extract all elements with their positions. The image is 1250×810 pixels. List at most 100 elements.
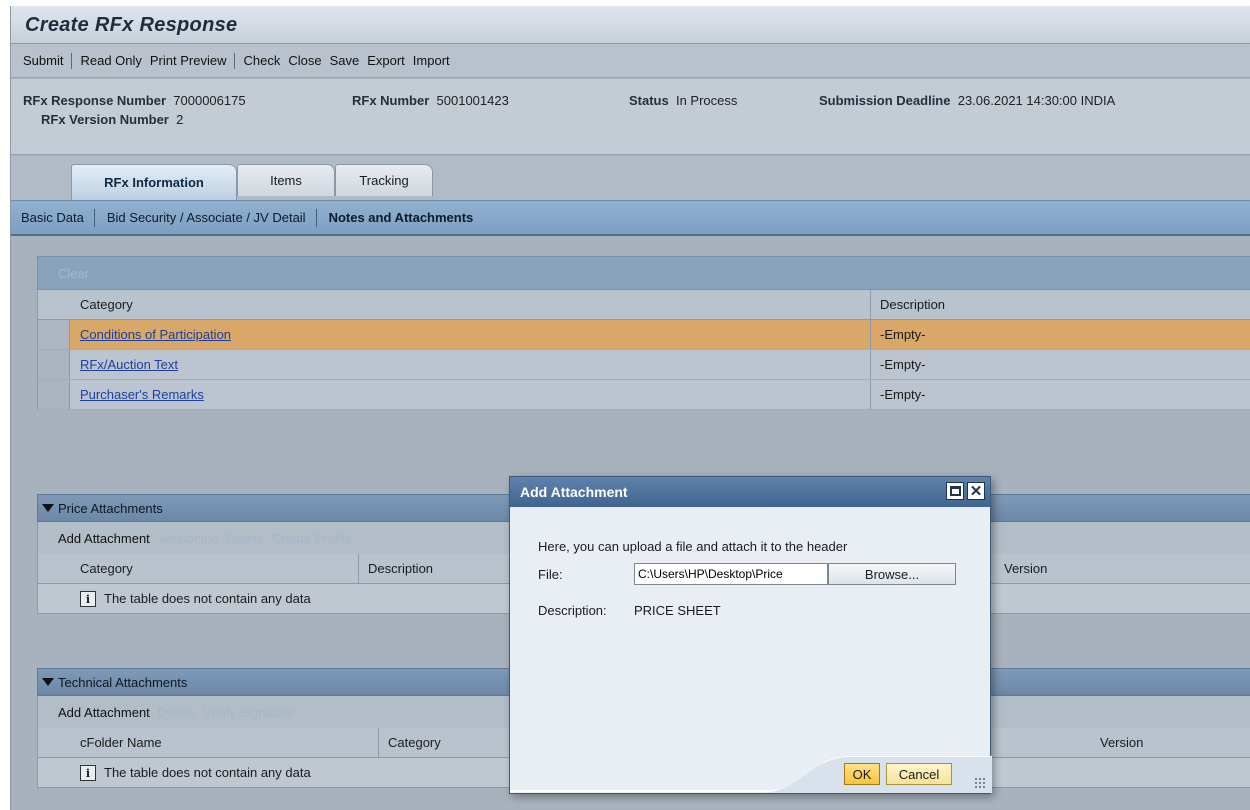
deadline-label: Submission Deadline [819, 93, 951, 108]
toolbar-separator [71, 52, 73, 69]
column-header-category: Category [80, 561, 133, 576]
header-info: RFx Response Number 7000006175 RFx Numbe… [11, 79, 1250, 155]
column-divider [870, 320, 871, 349]
column-header-cfolder-name: cFolder Name [80, 735, 162, 750]
empty-table-message: The table does not contain any data [104, 591, 311, 606]
save-button[interactable]: Save [330, 53, 360, 68]
resize-grip-icon[interactable] [974, 777, 986, 789]
technical-attachments-title: Technical Attachments [58, 674, 188, 690]
version-value: 2 [176, 112, 184, 127]
collapse-triangle-icon[interactable] [42, 504, 54, 512]
close-button[interactable]: Close [288, 53, 321, 68]
toolbar: Submit Read Only Print Preview Check Clo… [11, 44, 1250, 78]
column-header-version: Version [1100, 735, 1144, 750]
collapse-triangle-icon[interactable] [42, 678, 54, 686]
column-header-version: Version [1004, 561, 1048, 576]
column-header-category: Category [80, 297, 133, 312]
row-selector[interactable] [38, 380, 70, 409]
dialog-message: Here, you can upload a file and attach i… [538, 539, 848, 554]
notes-table-header: Category Description [37, 290, 1250, 320]
close-icon: ✕ [969, 482, 983, 500]
tab-tracking[interactable]: Tracking [335, 164, 433, 196]
maximize-icon [949, 486, 961, 496]
description-label: Description: [538, 603, 607, 618]
verify-signature-button[interactable]: Verify Signature [203, 705, 295, 720]
response-number-value: 7000006175 [173, 93, 246, 108]
submit-button[interactable]: Submit [23, 53, 63, 68]
dialog-footer: OK Cancel [510, 751, 992, 793]
version-field: RFx Version Number 2 [41, 112, 183, 127]
rfx-number-label: RFx Number [352, 93, 430, 108]
browse-button[interactable]: Browse... [828, 563, 956, 585]
read-only-button[interactable]: Read Only [80, 53, 141, 68]
add-attachment-button[interactable]: Add Attachment [58, 531, 150, 546]
note-description: -Empty- [880, 387, 926, 402]
subnav-notes-attachments[interactable]: Notes and Attachments [317, 210, 484, 225]
note-description: -Empty- [880, 357, 926, 372]
print-preview-button[interactable]: Print Preview [150, 53, 227, 68]
ok-button[interactable]: OK [844, 763, 880, 785]
delete-button[interactable]: Delete [158, 705, 196, 720]
rfx-number-field: RFx Number 5001001423 [352, 93, 509, 108]
row-selector[interactable] [38, 320, 70, 349]
subnav-basic-data[interactable]: Basic Data [15, 210, 94, 225]
status-value: In Process [675, 93, 738, 108]
page-title: Create RFx Response [25, 14, 238, 36]
note-category-link[interactable]: RFx/Auction Text [80, 357, 178, 372]
column-divider [870, 380, 871, 409]
column-header-category: Category [388, 735, 441, 750]
response-number-label: RFx Response Number [23, 93, 167, 108]
info-icon: i [80, 591, 96, 607]
column-header-description: Description [368, 561, 434, 576]
column-header-description: Description [880, 297, 946, 312]
info-icon: i [80, 765, 96, 781]
subnav-bid-security[interactable]: Bid Security / Associate / JV Detail [95, 210, 316, 225]
column-divider [358, 554, 359, 583]
description-value: PRICE SHEET [634, 603, 721, 618]
column-divider [870, 350, 871, 379]
tab-items[interactable]: Items [237, 164, 335, 196]
dialog-title: Add Attachment [520, 484, 628, 500]
price-attachments-title: Price Attachments [58, 500, 163, 516]
version-label: RFx Version Number [41, 112, 169, 127]
table-row[interactable]: Conditions of Participation -Empty- [37, 320, 1250, 350]
status-field: Status In Process [629, 93, 737, 108]
toolbar-separator [234, 52, 236, 69]
clear-button[interactable]: Clear [58, 266, 89, 281]
delete-button[interactable]: Delete [227, 531, 265, 546]
file-label: File: [538, 567, 563, 582]
response-number-field: RFx Response Number 7000006175 [23, 93, 246, 108]
import-button[interactable]: Import [413, 53, 450, 68]
sub-navigation: Basic Data Bid Security / Associate / JV… [11, 200, 1250, 236]
row-selector[interactable] [38, 350, 70, 379]
close-dialog-button[interactable]: ✕ [967, 482, 985, 500]
notes-toolbar: Clear [37, 256, 1250, 290]
check-button[interactable]: Check [243, 53, 280, 68]
note-category-link[interactable]: Conditions of Participation [80, 327, 231, 342]
file-path-input[interactable] [634, 563, 828, 585]
title-bar: Create RFx Response [11, 6, 1250, 44]
export-button[interactable]: Export [367, 53, 405, 68]
deadline-field: Submission Deadline 23.06.2021 14:30:00 … [819, 93, 1115, 108]
dialog-title-bar[interactable]: Add Attachment ✕ [510, 477, 990, 507]
note-category-link[interactable]: Purchaser's Remarks [80, 387, 204, 402]
tab-rfx-information[interactable]: RFx Information [71, 164, 237, 200]
maximize-button[interactable] [946, 482, 964, 500]
versioning-button[interactable]: Versioning [158, 531, 219, 546]
empty-table-message: The table does not contain any data [104, 765, 311, 780]
column-divider [870, 290, 871, 319]
tab-strip: RFx Information Items Tracking [11, 156, 1250, 200]
note-description: -Empty- [880, 327, 926, 342]
add-attachment-button[interactable]: Add Attachment [58, 705, 150, 720]
cancel-button[interactable]: Cancel [886, 763, 952, 785]
rfx-response-page: Create RFx Response Submit Read Only Pri… [10, 6, 1250, 810]
table-row[interactable]: RFx/Auction Text -Empty- [37, 350, 1250, 380]
status-label: Status [629, 93, 669, 108]
add-attachment-dialog: Add Attachment ✕ Here, you can upload a … [509, 476, 992, 794]
table-row[interactable]: Purchaser's Remarks -Empty- [37, 380, 1250, 410]
column-divider [378, 728, 379, 757]
deadline-value: 23.06.2021 14:30:00 INDIA [957, 93, 1116, 108]
create-profile-button[interactable]: Create Profile [272, 531, 351, 546]
notes-table: Clear Category Description Conditions of… [37, 256, 1250, 410]
rfx-number-value: 5001001423 [436, 93, 509, 108]
